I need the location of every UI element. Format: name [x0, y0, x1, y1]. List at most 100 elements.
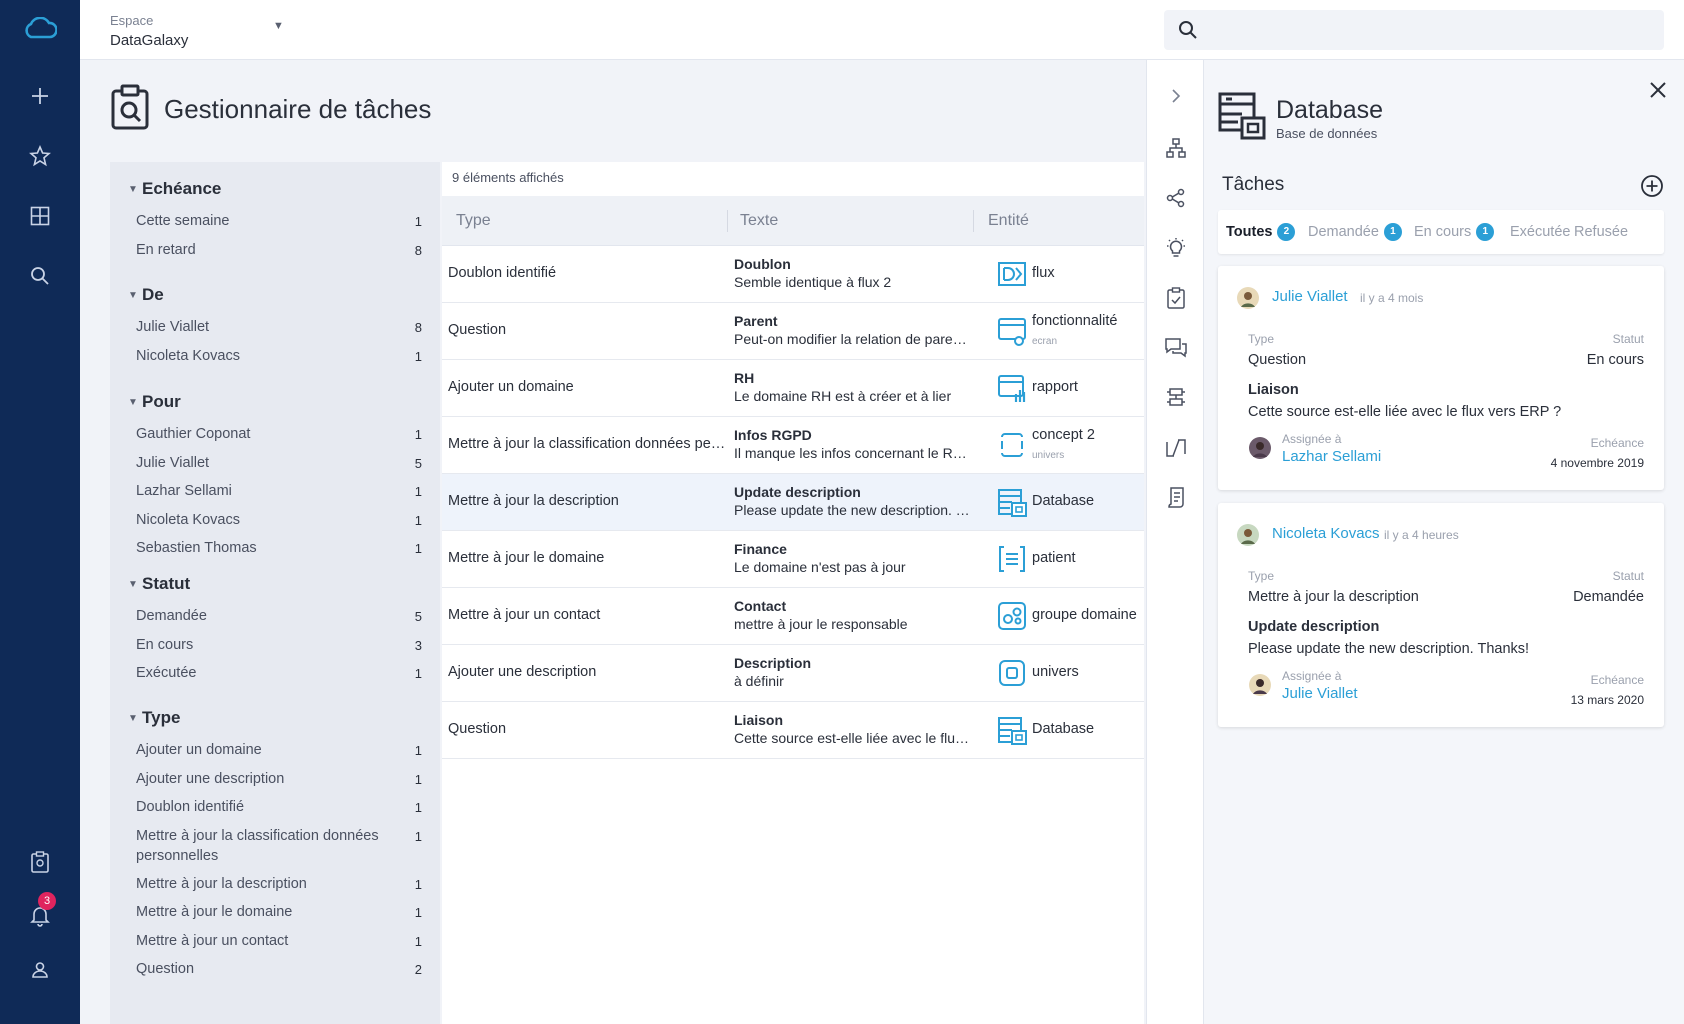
column-header-entity[interactable]: Entité [988, 212, 1029, 230]
filter-item[interactable]: Ajouter un domaine 1 [110, 735, 440, 764]
hierarchy-icon[interactable] [1164, 136, 1188, 160]
filter-item[interactable]: Cette semaine 1 [110, 206, 440, 235]
filter-item[interactable]: Sebastien Thomas 1 [110, 533, 440, 562]
data-processing-icon[interactable] [1164, 386, 1188, 410]
column-header-type[interactable]: Type [456, 212, 491, 230]
due-date: 13 mars 2020 [1570, 693, 1644, 707]
filter-item-label: Mettre à jour la description [136, 875, 307, 892]
filter-item[interactable]: En cours 3 [110, 630, 440, 659]
task-manager-icon[interactable] [22, 844, 58, 880]
search-icon[interactable] [22, 258, 58, 294]
filter-group-header[interactable]: ▼ Type [110, 705, 440, 731]
chevron-down-icon[interactable]: ▼ [128, 184, 142, 195]
filter-item[interactable]: Mettre à jour un contact 1 [110, 926, 440, 955]
task-entity[interactable]: concept 2 [1032, 427, 1095, 443]
close-icon[interactable] [1646, 78, 1670, 102]
collapse-chevron-icon[interactable] [1164, 84, 1188, 108]
tab-requested[interactable]: Demandée 1 [1308, 210, 1402, 254]
grid-icon[interactable] [22, 198, 58, 234]
task-entity[interactable]: rapport [1032, 379, 1078, 395]
filter-item[interactable]: Mettre à jour la description 1 [110, 869, 440, 898]
filter-item[interactable]: Doublon identifié 1 [110, 792, 440, 821]
search-icon[interactable] [1178, 20, 1198, 45]
table-row[interactable]: Mettre à jour un contact Contact mettre à … [442, 588, 1144, 645]
task-entity[interactable]: Database [1032, 493, 1094, 509]
table-row[interactable]: Mettre à jour la description Update descr… [442, 474, 1144, 531]
task-title: Doublon [734, 256, 791, 272]
chevron-down-icon[interactable]: ▼ [128, 397, 142, 408]
filter-item[interactable]: Mettre à jour le domaine 1 [110, 897, 440, 926]
tasks-clipboard-icon[interactable] [1164, 286, 1188, 310]
tab-refused[interactable]: Refusée [1574, 210, 1628, 254]
user-profile-icon[interactable] [22, 952, 58, 988]
table-row[interactable]: Question Parent Peut-on modifier la relati… [442, 303, 1144, 360]
filter-group-header[interactable]: ▼ Echéance [110, 176, 440, 202]
filter-item[interactable]: Lazhar Sellami 1 [110, 476, 440, 505]
column-divider[interactable] [727, 210, 728, 232]
links-icon[interactable] [1164, 186, 1188, 210]
task-card[interactable]: Nicoleta Kovacs il y a 4 heures Type Statut… [1218, 503, 1664, 727]
table-row[interactable]: Ajouter un domaine RH Le domaine RH est à … [442, 360, 1144, 417]
tab-all[interactable]: Toutes 2 [1226, 210, 1296, 254]
filter-item[interactable]: Nicoleta Kovacs 1 [110, 505, 440, 534]
chevron-down-icon[interactable]: ▼ [128, 290, 142, 301]
cloud-logo-icon[interactable] [22, 10, 58, 46]
task-entity[interactable]: fonctionnalité [1032, 313, 1117, 329]
filter-item-count: 2 [414, 962, 422, 977]
comments-icon[interactable] [1164, 336, 1188, 360]
filter-group-header[interactable]: ▼ Statut [110, 571, 440, 597]
task-entity[interactable]: groupe domaine [1032, 607, 1137, 623]
column-header-text[interactable]: Texte [740, 212, 778, 230]
table-row[interactable]: Question Liaison Cette source est-elle lié… [442, 702, 1144, 759]
add-task-button[interactable] [1640, 174, 1664, 198]
tab-in-progress[interactable]: En cours 1 [1414, 210, 1495, 254]
star-icon[interactable] [22, 138, 58, 174]
filter-item[interactable]: En retard 8 [110, 235, 440, 264]
table-row[interactable]: Doublon identifié Doublon Semble identique… [442, 246, 1144, 303]
filter-item-count: 1 [414, 800, 422, 815]
filter-item[interactable]: Mettre à jour la classification données … [110, 821, 440, 869]
chevron-down-icon[interactable]: ▼ [128, 713, 142, 724]
filter-item-label: Nicoleta Kovacs [136, 347, 240, 364]
filter-item[interactable]: Julie Viallet 5 [110, 448, 440, 477]
assignee-link[interactable]: Lazhar Sellami [1282, 448, 1381, 465]
column-divider[interactable] [973, 210, 974, 232]
assignee-link[interactable]: Julie Viallet [1282, 685, 1358, 702]
tab-done[interactable]: Exécutée [1510, 210, 1570, 254]
feature-icon [996, 315, 1028, 347]
task-type: Ajouter une description [448, 664, 597, 680]
task-entity[interactable]: univers [1032, 664, 1079, 680]
task-entity[interactable]: Database [1032, 721, 1094, 737]
task-table: 9 éléments affichés Type Texte Entité Do… [442, 162, 1144, 1024]
task-title: Update description [734, 484, 861, 500]
table-row[interactable]: Mettre à jour la classification données … [442, 417, 1144, 474]
filter-item[interactable]: Nicoleta Kovacs 1 [110, 341, 440, 370]
filter-item[interactable]: Julie Viallet 8 [110, 312, 440, 341]
table-row[interactable]: Mettre à jour le domaine Finance Le domain… [442, 531, 1144, 588]
filter-group-header[interactable]: ▼ De [110, 282, 440, 308]
task-card[interactable]: Julie Viallet il y a 4 mois Type Statut Ques… [1218, 266, 1664, 490]
caret-down-icon[interactable]: ▼ [273, 20, 284, 32]
task-entity[interactable]: patient [1032, 550, 1076, 566]
add-icon[interactable] [22, 78, 58, 114]
task-status-value: Demandée [1573, 589, 1644, 605]
insights-bulb-icon[interactable] [1164, 236, 1188, 260]
filter-group-header[interactable]: ▼ Pour [110, 389, 440, 415]
space-name: DataGalaxy [110, 32, 189, 49]
database-icon [996, 486, 1028, 518]
task-author[interactable]: Julie Viallet [1272, 288, 1348, 305]
table-row[interactable]: Ajouter une description Description à défi… [442, 645, 1144, 702]
filter-item[interactable]: Ajouter une description 1 [110, 764, 440, 793]
compare-icon[interactable] [1164, 436, 1188, 460]
document-icon[interactable] [1164, 486, 1188, 510]
search-input[interactable] [1208, 10, 1648, 50]
filter-item[interactable]: Question 2 [110, 954, 440, 983]
filter-item[interactable]: Demandée 5 [110, 601, 440, 630]
notification-bell-icon[interactable]: 3 [22, 892, 58, 934]
filter-item[interactable]: Gauthier Coponat 1 [110, 419, 440, 448]
task-author[interactable]: Nicoleta Kovacs [1272, 525, 1380, 542]
chevron-down-icon[interactable]: ▼ [128, 579, 142, 590]
filter-item[interactable]: Exécutée 1 [110, 658, 440, 687]
task-entity[interactable]: flux [1032, 265, 1055, 281]
task-type: Mettre à jour la classification données … [448, 436, 728, 452]
